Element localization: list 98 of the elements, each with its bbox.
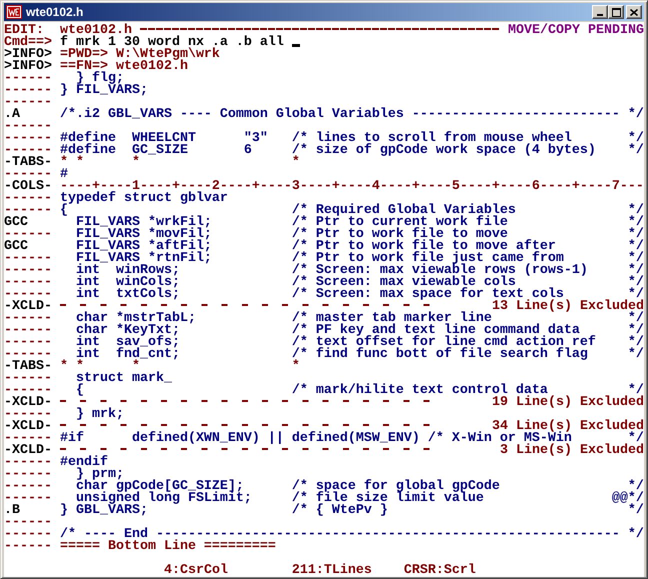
code-line: #endif [60,455,108,467]
command-field[interactable]: f mrk 1 30 word nx .a .b all [60,35,300,47]
code-line: int sav_ofs; /* text offset for line cmd action ref */ [74,335,644,347]
code-line: struct mark_ [74,371,172,383]
line-prefix: ------ [4,467,52,479]
line-prefix: ------ [4,371,52,383]
line-prefix: ------ [4,407,52,419]
code-line: } prm; [74,467,124,479]
code-line: { /* mark/hilite text control data */ [74,383,644,395]
line-prefix: >INFO> [4,47,52,59]
close-icon [630,8,638,16]
excluded-count: 34 Line(s) Excluded [492,419,644,431]
status-field: 211:TLines [292,563,372,575]
line-prefix: ------ [4,347,52,359]
line-prefix: ------ [4,227,52,239]
line-prefix: ------ [4,335,52,347]
code-line: char *mstrTabL; /* master tab marker line */ [74,311,644,323]
excluded-count: 19 Line(s) Excluded [492,395,644,407]
window-title: wte0102.h [26,5,84,19]
code-line: FIL_VARS *aftFil; /* Ptr to work file to move after */ [74,239,644,251]
minimize-button[interactable] [592,5,608,19]
line-prefix: GCC [4,215,29,227]
line-prefix: -COLS- [4,179,52,191]
line-prefix: Cmd==> [4,35,52,47]
code-line: FIL_VARS *rtnFil; /* Ptr to work file just came from */ [74,251,644,263]
code-line: # [60,167,68,179]
line-prefix: ------ [4,203,52,215]
line-prefix: .B [4,503,21,515]
code-line: char *KeyTxt; /* PF key and text line command data */ [74,323,644,335]
code-line: int winRows; /* Screen: max viewable rows (rows-1) */ [74,263,644,275]
code-line: #if defined(XWN_ENV) || defined(MSW_ENV) /* X-Win or MS-Win */ [60,431,644,443]
line-prefix: ------ [4,383,52,395]
code-line: #define GC_SIZE 6 /* size of gpCode work space (4 bytes) */ [60,143,644,155]
tab-markers: * * * * [60,155,300,167]
code-line: int txtCols; /* Screen: max space for text cols */ [74,287,644,299]
close-button[interactable] [626,5,642,19]
code-line: #define WHEELCNT "3" /* lines to scroll from mouse wheel */ [60,131,644,143]
app-icon [6,5,22,19]
code-line: typedef struct gblvar [60,191,228,203]
code-line: int winCols; /* Screen: max viewable cols */ [74,275,644,287]
line-prefix: ------ [4,275,52,287]
line-prefix: -XCLD- [4,299,52,311]
line-prefix: .A [4,107,21,119]
line-prefix: ------ [4,191,52,203]
line-prefix: ------ [4,515,52,527]
edit-status: MOVE/COPY PENDING [508,23,644,35]
text-cursor [292,44,300,47]
line-prefix: ------ [4,143,52,155]
line-prefix: ------ [4,491,52,503]
code-line: unsigned long FSLimit; /* file size limit value @@*/ [74,491,644,503]
line-prefix: -XCLD- [4,395,52,407]
excluded-count: 13 Line(s) Excluded [492,299,644,311]
line-prefix: ------ [4,311,52,323]
line-prefix: ------ [4,479,52,491]
code-line: } GBL_VARS; /* { WtePv } */ [60,503,644,515]
status-field: CRSR:Scrl [404,563,476,575]
file-name: wte0102.h [60,23,132,35]
line-prefix: ------ [4,95,52,107]
info-text: ==FN=> wte0102.h [60,59,188,71]
code-line: int fnd_cnt; /* find func bott of file search flag */ [74,347,644,359]
code-line: } mrk; [74,407,124,419]
line-prefix: -TABS- [4,155,52,167]
maximize-button[interactable] [608,5,624,19]
line-prefix: ------ [4,71,52,83]
minimize-icon [597,14,603,16]
line-prefix: ------ [4,323,52,335]
line-prefix: ------ [4,455,52,467]
line-prefix: ------ [4,131,52,143]
code-line: FIL_VARS *wrkFil; /* Ptr to current work file */ [74,215,644,227]
line-prefix: -TABS- [4,359,52,371]
tab-markers: * * * * [60,359,300,371]
code-line: } flg; [74,71,124,83]
line-prefix: ------ [4,83,52,95]
bottom-marker: ===== Bottom Line ========= [60,539,276,551]
line-prefix: -XCLD- [4,443,52,455]
status-field: 4:CsrCol [164,563,228,575]
line-prefix: ------ [4,431,52,443]
line-prefix: ------ [4,251,52,263]
line-prefix: GCC [4,239,29,251]
code-line: } FIL_VARS; [60,83,148,95]
line-prefix: ------ [4,539,52,551]
line-prefix: ------ [4,527,52,539]
line-prefix: ------ [4,287,52,299]
line-prefix: ------ [4,167,52,179]
code-line: /*.i2 GBL_VARS ---- Common Global Variables -------------------------- */ [60,107,644,119]
column-ruler: ----+----1----+----2----+----3----+----4----+----5----+----6----+----7--- [60,179,644,191]
maximize-icon [612,8,620,16]
code-line: { /* Required Global Variables */ [60,203,644,215]
code-line: /* ---- End ---------------------------------------------------------- */ [60,527,644,539]
line-prefix: >INFO> [4,59,52,71]
code-line: char gpCode[GC_SIZE]; /* space for global gpCode */ [74,479,644,491]
excluded-count: 3 Line(s) Excluded [500,443,644,455]
info-text: =PWD=> W:\WtePgm\wrk [60,47,220,59]
code-line: FIL_VARS *movFil; /* Ptr to work file to move */ [74,227,644,239]
line-prefix: ------ [4,119,52,131]
line-prefix: -XCLD- [4,419,52,431]
line-prefix: ------ [4,263,52,275]
line-prefix: EDIT: [4,23,44,35]
